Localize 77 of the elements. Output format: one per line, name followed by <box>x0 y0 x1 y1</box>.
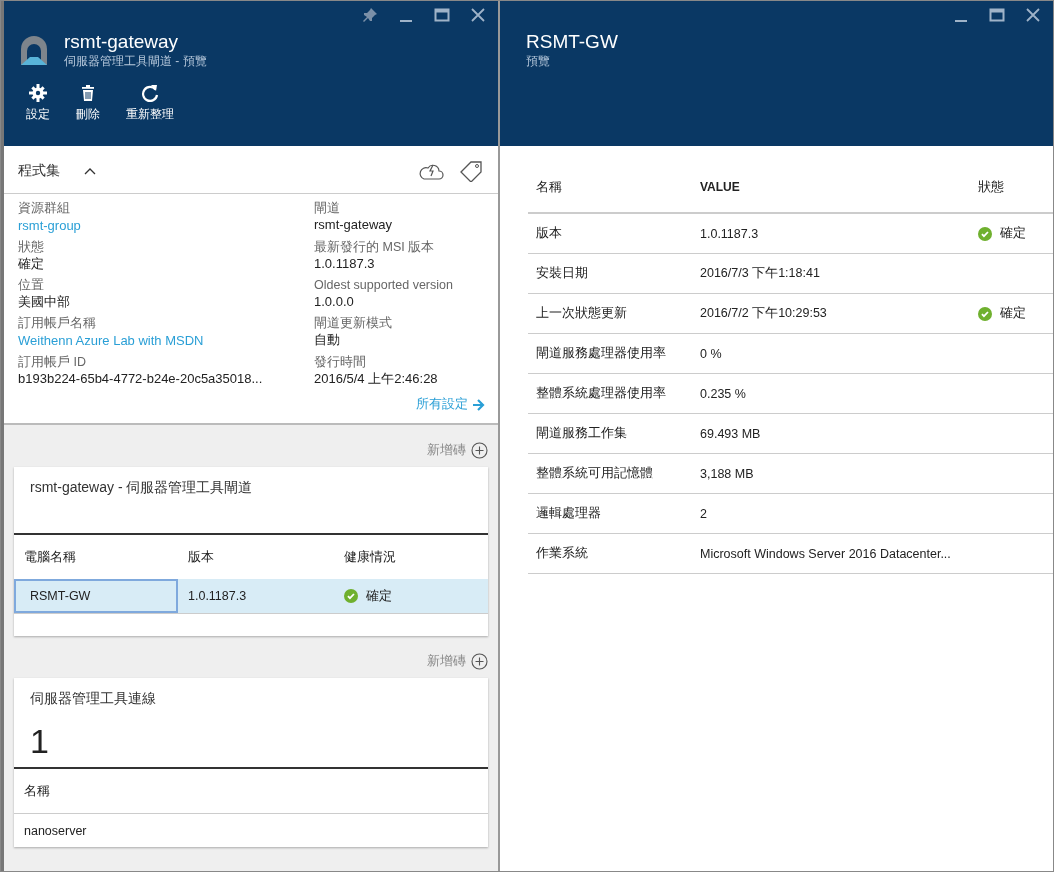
table-cell-text: Microsoft Windows Server 2016 Datacenter... <box>699 545 952 563</box>
tag-icon[interactable] <box>458 160 484 182</box>
blade-title: RSMT-GW <box>526 31 618 53</box>
field-label: 閘道 <box>314 200 341 216</box>
column-header: 狀態 <box>977 178 1005 196</box>
field-label: 最新發行的 MSI 版本 <box>314 239 436 255</box>
table-cell-text: 2016/7/3 下午1:18:41 <box>699 265 821 282</box>
pin-icon[interactable] <box>362 7 378 23</box>
plus-circle-icon <box>471 652 488 670</box>
column-header: 名稱 <box>535 178 563 196</box>
essentials-toggle[interactable]: 程式集 <box>18 162 96 180</box>
field-value: 2016/5/4 上午2:46:28 <box>314 370 439 388</box>
field-label: 訂用帳戶名稱 <box>18 315 97 331</box>
maximize-icon[interactable] <box>989 7 1005 23</box>
command-button[interactable]: 刪除 <box>72 84 104 123</box>
table-row[interactable]: RSMT-GW 1.0.1187.3 確定 <box>14 579 488 614</box>
table-cell-text: 安裝日期 <box>535 265 589 282</box>
status-text: 確定 <box>1000 305 1026 322</box>
tile-title: 伺服器管理工具連線 <box>29 689 157 708</box>
check-icon <box>978 306 992 321</box>
field-label: 資源群組 <box>18 200 71 216</box>
column-header: 名稱 <box>23 782 51 800</box>
column-header: 版本 <box>187 548 215 566</box>
close-icon[interactable] <box>1025 7 1041 23</box>
table-cell-text: 1.0.1187.3 <box>699 225 760 243</box>
field-value: 確定 <box>18 255 45 273</box>
table-cell-text: 閘道服務處理器使用率 <box>535 345 667 362</box>
column-header: 電腦名稱 <box>23 548 77 566</box>
table-cell-text: 1.0.1187.3 <box>187 588 248 605</box>
blade-subtitle: 預覽 <box>526 53 551 70</box>
table-cell-text: 2016/7/2 下午10:29:53 <box>699 305 828 322</box>
gateway-icon <box>18 34 50 67</box>
field-label: 位置 <box>18 277 45 293</box>
field-label: 訂用帳戶 ID <box>18 354 87 370</box>
table-cell-text: 0 % <box>699 345 723 363</box>
column-header: VALUE <box>699 180 741 194</box>
blade-subtitle: 伺服器管理工具閘道 - 預覽 <box>64 53 207 70</box>
field-value: 1.0.0.0 <box>314 293 355 311</box>
trash-icon <box>79 84 97 102</box>
refresh-icon <box>141 84 159 102</box>
check-icon <box>344 589 358 603</box>
table-cell: RSMT-GW <box>14 579 178 613</box>
command-button[interactable]: 重新整理 <box>122 84 178 123</box>
table-cell-text: 上一次狀態更新 <box>535 305 628 322</box>
field-label: 閘道更新模式 <box>314 315 393 331</box>
command-button[interactable]: 設定 <box>22 84 54 123</box>
blade-title: rsmt-gateway <box>64 31 180 53</box>
status-text: 確定 <box>1000 225 1026 242</box>
settings-icon <box>29 84 47 102</box>
table-cell-text: 整體系統可用記憶體 <box>535 465 654 482</box>
table-cell-text: 69.493 MB <box>699 425 762 443</box>
close-icon[interactable] <box>470 7 486 23</box>
field-label: 狀態 <box>18 239 45 255</box>
field-value: rsmt-gateway <box>314 216 394 234</box>
field-label: 發行時間 <box>314 354 367 370</box>
tile-title: rsmt-gateway - 伺服器管理工具閘道 <box>29 478 254 497</box>
table-cell-text: 3,188 MB <box>699 465 755 483</box>
field-value: 美國中部 <box>18 293 71 311</box>
count-value: 1 <box>29 721 50 762</box>
field-value: 自動 <box>314 331 341 349</box>
table-cell-text: 閘道服務工作集 <box>535 425 628 442</box>
table-cell-text: 2 <box>699 505 708 523</box>
table-cell-text: 版本 <box>535 225 563 242</box>
column-header: 健康情況 <box>343 548 397 566</box>
table-cell-text: 0.235 % <box>699 385 747 403</box>
field-value: 1.0.1187.3 <box>314 255 376 273</box>
arrow-right-icon <box>472 398 486 411</box>
check-icon <box>978 226 992 241</box>
table-cell-text: 邏輯處理器 <box>535 505 602 522</box>
field-label: Oldest supported version <box>314 277 454 293</box>
status-text: 確定 <box>366 587 392 605</box>
plus-circle-icon <box>471 441 488 459</box>
maximize-icon[interactable] <box>434 7 450 23</box>
table-cell-text: 整體系統處理器使用率 <box>535 385 667 402</box>
table-row[interactable]: nanoserver <box>14 813 488 847</box>
table-cell-text: 作業系統 <box>535 545 589 562</box>
field-value: b193b224-65b4-4772-b24e-20c5a35018... <box>18 370 264 388</box>
